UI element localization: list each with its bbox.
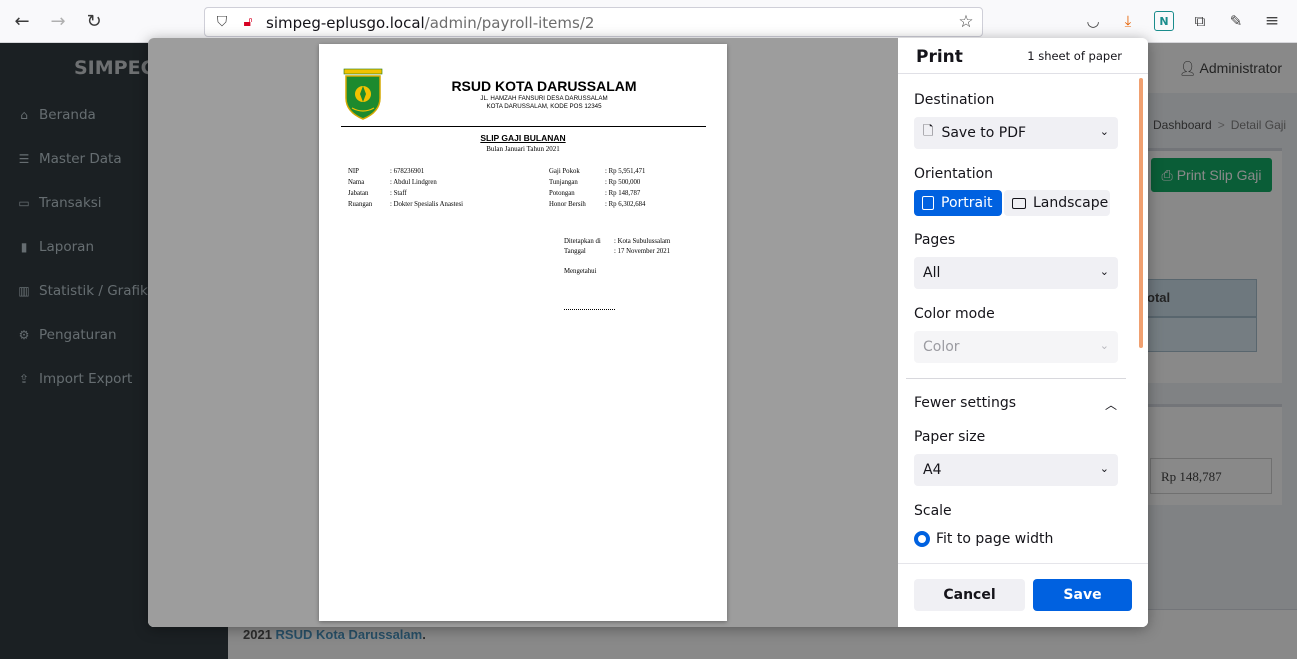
slip-field-value: : Rp 148,787: [605, 190, 641, 197]
slip-field-label: Gaji Pokok: [549, 168, 580, 175]
preview-page: RSUD KOTA DARUSSALAM JL. HAMZAH FANSURI …: [319, 44, 727, 621]
dialog-actions: Cancel Save: [898, 563, 1148, 627]
orientation-label: Orientation: [914, 166, 994, 182]
slip-address-2: KOTA DARUSSALAM, KODE POS 12345: [486, 103, 602, 110]
print-title: Print: [916, 47, 963, 67]
chevron-up-icon[interactable]: ︿: [1105, 396, 1117, 413]
slip-field-value: : Staff: [390, 190, 407, 197]
forward-icon[interactable]: →: [46, 10, 70, 34]
slip-field-label: Potongan: [549, 190, 575, 197]
slip-divider: [341, 126, 706, 127]
extension-n-icon[interactable]: N: [1154, 11, 1174, 31]
url-text[interactable]: simpeg-eplusgo.local/admin/payroll-items…: [266, 14, 594, 32]
slip-signature-line: [564, 309, 615, 310]
slip-tanggal-label: Tanggal: [564, 248, 586, 255]
slip-period: Bulan Januari Tahun 2021: [486, 145, 560, 153]
fit-page-label: Fit to page width: [936, 531, 1054, 547]
slip-tanggal-value: : 17 November 2021: [614, 248, 671, 255]
settings-scrollbar[interactable]: [1139, 78, 1143, 348]
slip-field-label: Tunjangan: [549, 179, 578, 186]
slip-mengetahui: Mengetahui: [564, 268, 597, 275]
print-preview: RSUD KOTA DARUSSALAM JL. HAMZAH FANSURI …: [148, 38, 898, 627]
color-mode-label: Color mode: [914, 306, 995, 322]
destination-value: Save to PDF: [941, 125, 1027, 141]
chevron-down-icon: ⌄: [1099, 339, 1109, 352]
sheet-count: 1 sheet of paper: [1027, 49, 1122, 63]
url-bar[interactable]: ⛉ 🔓︎ simpeg-eplusgo.local/admin/payroll-…: [204, 7, 983, 37]
scale-label: Scale: [914, 503, 952, 519]
slip-address-1: JL. HAMZAH FANSURI DESA DARUSSALAM: [480, 95, 608, 102]
slip-field-value: : Rp 5,951,471: [605, 168, 646, 175]
print-settings-panel: Print 1 sheet of paper Destination 🗋︎ Sav…: [898, 38, 1148, 627]
slip-title: SLIP GAJI BULANAN: [480, 133, 566, 143]
menu-icon[interactable]: ≡: [1262, 11, 1282, 31]
browser-toolbar: ← → ↻ ⛉ 🔓︎ simpeg-eplusgo.local/admin/pa…: [0, 0, 1297, 43]
slip-field-value: : Dokter Spesialis Anastesi: [390, 201, 464, 208]
landscape-button[interactable]: Landscape: [1004, 190, 1110, 216]
fit-page-option[interactable]: Fit to page width: [914, 531, 1053, 547]
chevron-down-icon: ⌄: [1099, 265, 1109, 278]
url-path: /admin/payroll-items/2: [424, 14, 595, 32]
landscape-icon: [1012, 197, 1026, 209]
slip-field-label: Ruangan: [348, 201, 373, 208]
destination-label: Destination: [914, 92, 995, 108]
slip-ditetapkan-value: : Kota Subulussalam: [614, 238, 671, 245]
pages-select[interactable]: All ⌄: [914, 257, 1118, 289]
insecure-lock-icon[interactable]: 🔓︎: [239, 13, 257, 31]
bookmark-star-icon[interactable]: ☆: [957, 13, 975, 31]
pages-label: Pages: [914, 232, 956, 248]
cancel-button[interactable]: Cancel: [914, 579, 1025, 611]
pocket-icon[interactable]: ◡: [1083, 11, 1103, 31]
slip-field-label: Jabatan: [348, 190, 369, 197]
reload-icon[interactable]: ↻: [82, 10, 106, 34]
slip-field-label: NIP: [348, 168, 359, 175]
paper-size-value: A4: [923, 462, 942, 478]
document-icon: 🗋︎: [923, 124, 934, 139]
city-seal-logo: [343, 68, 383, 120]
fewer-settings-toggle[interactable]: Fewer settings: [914, 395, 1016, 411]
shield-icon[interactable]: ⛉: [213, 13, 231, 31]
fit-page-radio[interactable]: [914, 531, 930, 547]
color-mode-select: Color ⌄: [914, 331, 1118, 363]
print-dialog: RSUD KOTA DARUSSALAM JL. HAMZAH FANSURI …: [148, 38, 1148, 627]
portrait-button[interactable]: Portrait: [914, 190, 1002, 216]
slip-field-label: Honor Bersih: [549, 201, 586, 208]
salary-slip: RSUD KOTA DARUSSALAM JL. HAMZAH FANSURI …: [319, 44, 727, 621]
slip-field-value: : Rp 6,302,684: [605, 201, 646, 208]
slip-ditetapkan-label: Ditetapkan di: [564, 238, 601, 245]
slip-field-value: : Abdul Lindgren: [390, 179, 437, 186]
paper-size-label: Paper size: [914, 429, 986, 445]
color-mode-value: Color: [923, 339, 960, 355]
landscape-label: Landscape: [1033, 195, 1109, 211]
slip-field-value: : Rp 500,000: [605, 179, 641, 186]
destination-select[interactable]: 🗋︎ Save to PDF ⌄: [914, 117, 1118, 149]
save-button[interactable]: Save: [1033, 579, 1132, 611]
screenshot-icon[interactable]: ⧉: [1190, 11, 1210, 31]
header-divider: [898, 73, 1148, 74]
download-icon[interactable]: ⤓: [1118, 11, 1138, 31]
slip-org-name: RSUD KOTA DARUSSALAM: [451, 78, 637, 94]
slip-field-label: Nama: [348, 179, 365, 186]
eyedropper-icon[interactable]: ✎: [1226, 11, 1246, 31]
portrait-icon: [922, 196, 934, 210]
portrait-label: Portrait: [941, 195, 993, 211]
slip-field-value: : 678236901: [390, 168, 425, 175]
section-divider: [906, 378, 1126, 379]
back-icon[interactable]: ←: [10, 10, 34, 34]
url-host: simpeg-eplusgo.local: [266, 14, 425, 32]
pages-value: All: [923, 265, 941, 281]
paper-size-select[interactable]: A4 ⌄: [914, 454, 1118, 486]
chevron-down-icon: ⌄: [1099, 462, 1109, 475]
chevron-down-icon: ⌄: [1099, 125, 1109, 138]
